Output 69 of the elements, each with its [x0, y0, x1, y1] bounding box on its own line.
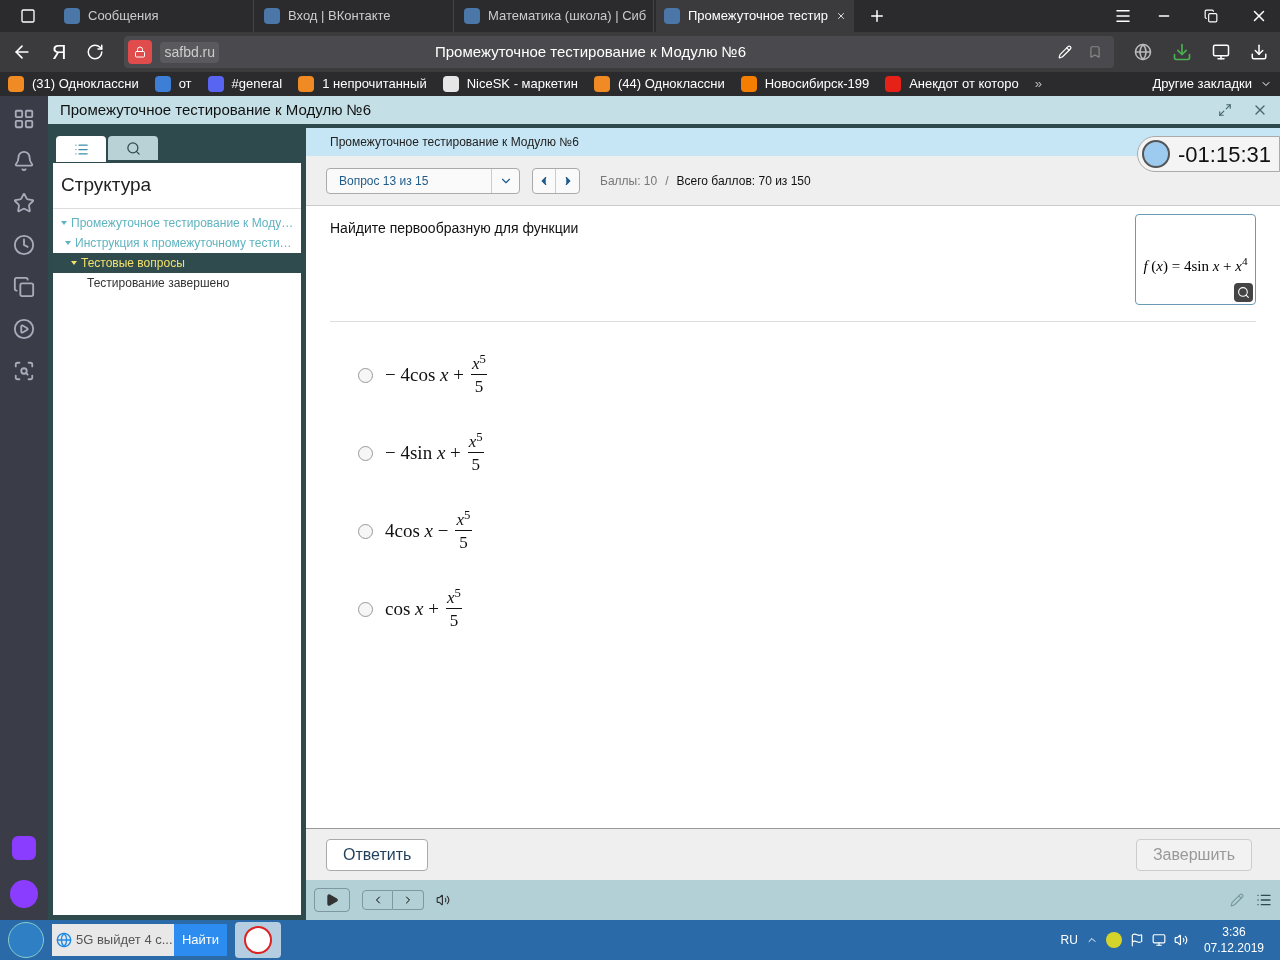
bookmark-item[interactable]: NiceSK - маркетин	[442, 74, 578, 94]
new-tab-icon[interactable]	[868, 7, 886, 25]
tab-favicon-icon	[264, 8, 280, 24]
total-score-text: Всего баллов: 70 из 150	[676, 172, 811, 190]
play-button[interactable]	[314, 888, 350, 912]
radio-button[interactable]	[358, 523, 373, 539]
fullscreen-icon[interactable]	[1218, 103, 1232, 117]
answer-button[interactable]: Ответить	[326, 838, 429, 871]
volume-icon[interactable]	[1173, 933, 1188, 947]
cards-icon[interactable]	[13, 276, 35, 298]
header-title: Промежуточное тестирование к Модулю №6	[330, 134, 579, 151]
zoom-button[interactable]	[1234, 283, 1253, 302]
score-text: Баллы: 10	[600, 172, 658, 190]
window-title: Промежуточное тестирование к Модулю №6	[60, 99, 373, 120]
panel-title: Структура	[53, 163, 301, 209]
volume-icon[interactable]	[436, 893, 450, 907]
question-select[interactable]: Вопрос 13 из 15	[326, 167, 520, 194]
formula: f (x) = 4sin x + x$^{4}$	[1143, 254, 1248, 276]
clock[interactable]: 3:36 07.12.2019	[1195, 924, 1272, 956]
downloads-icon[interactable]	[1250, 43, 1268, 61]
more-bookmarks-icon[interactable]: »	[1034, 74, 1043, 94]
network-icon[interactable]	[1151, 933, 1166, 947]
radio-button[interactable]	[358, 601, 373, 617]
tree-item[interactable]: Тестирование завершено	[53, 272, 301, 293]
search-icon[interactable]	[13, 360, 35, 382]
bell-icon[interactable]	[13, 150, 35, 172]
bookmark-item[interactable]: Новосибирск-199	[740, 74, 870, 94]
bookmark-item[interactable]: от	[154, 74, 192, 94]
tab-favicon-icon	[464, 8, 480, 24]
language-indicator[interactable]: RU	[1060, 931, 1078, 949]
bookmark-item[interactable]: 1 непрочитанный	[298, 74, 427, 94]
search-icon	[1237, 286, 1250, 299]
address-field[interactable]: safbd.ru Промежуточное тестирование к Модулю №6	[124, 36, 1114, 68]
yandex-logo-icon[interactable]: Я	[52, 42, 67, 62]
list-icon	[73, 141, 89, 157]
restore-icon[interactable]	[1204, 9, 1218, 23]
search-field[interactable]: 5G выйдет 4 с... Найти	[52, 924, 227, 956]
expand-triangle-icon	[65, 240, 71, 245]
clock-icon[interactable]	[13, 234, 35, 256]
search-tab[interactable]	[108, 136, 158, 160]
sidebar-toggle-icon[interactable]	[1256, 892, 1272, 908]
other-bookmarks-link[interactable]: Другие закладки	[1152, 74, 1252, 94]
flag-icon[interactable]	[1129, 933, 1144, 947]
question-text: Найдите первообразную для функции	[330, 219, 579, 238]
browser-tab[interactable]: Промежуточное тестир	[656, 0, 854, 32]
tabs-panel-icon[interactable]	[20, 8, 36, 24]
grid-icon[interactable]	[13, 108, 35, 130]
tab-favicon-icon	[64, 8, 80, 24]
bookmark-item[interactable]: #general	[207, 74, 283, 94]
tree-item[interactable]: Тестовые вопросы	[53, 252, 301, 273]
bookmark-item[interactable]: (44) Одноклассни	[594, 74, 725, 94]
expand-triangle-icon	[71, 260, 77, 265]
bookmark-item[interactable]: Анекдот от которо	[885, 74, 1019, 94]
contents-tab[interactable]	[56, 136, 106, 162]
star-icon[interactable]	[13, 192, 35, 214]
bookmark-item[interactable]: (31) Одноклассни	[8, 74, 139, 94]
expand-triangle-icon	[61, 220, 67, 225]
search-icon	[125, 140, 141, 156]
separator-text: /	[665, 172, 669, 190]
download-icon[interactable]	[1172, 42, 1192, 62]
play-icon[interactable]	[13, 318, 35, 340]
reload-icon[interactable]	[86, 43, 105, 61]
radio-button[interactable]	[358, 367, 373, 383]
menu-icon[interactable]	[1114, 7, 1132, 25]
radio-button[interactable]	[358, 445, 373, 461]
timer: -01:15:31	[1137, 136, 1280, 172]
finish-button: Завершить	[1135, 838, 1252, 871]
tab-favicon-icon	[664, 8, 680, 24]
play-icon	[325, 893, 339, 907]
